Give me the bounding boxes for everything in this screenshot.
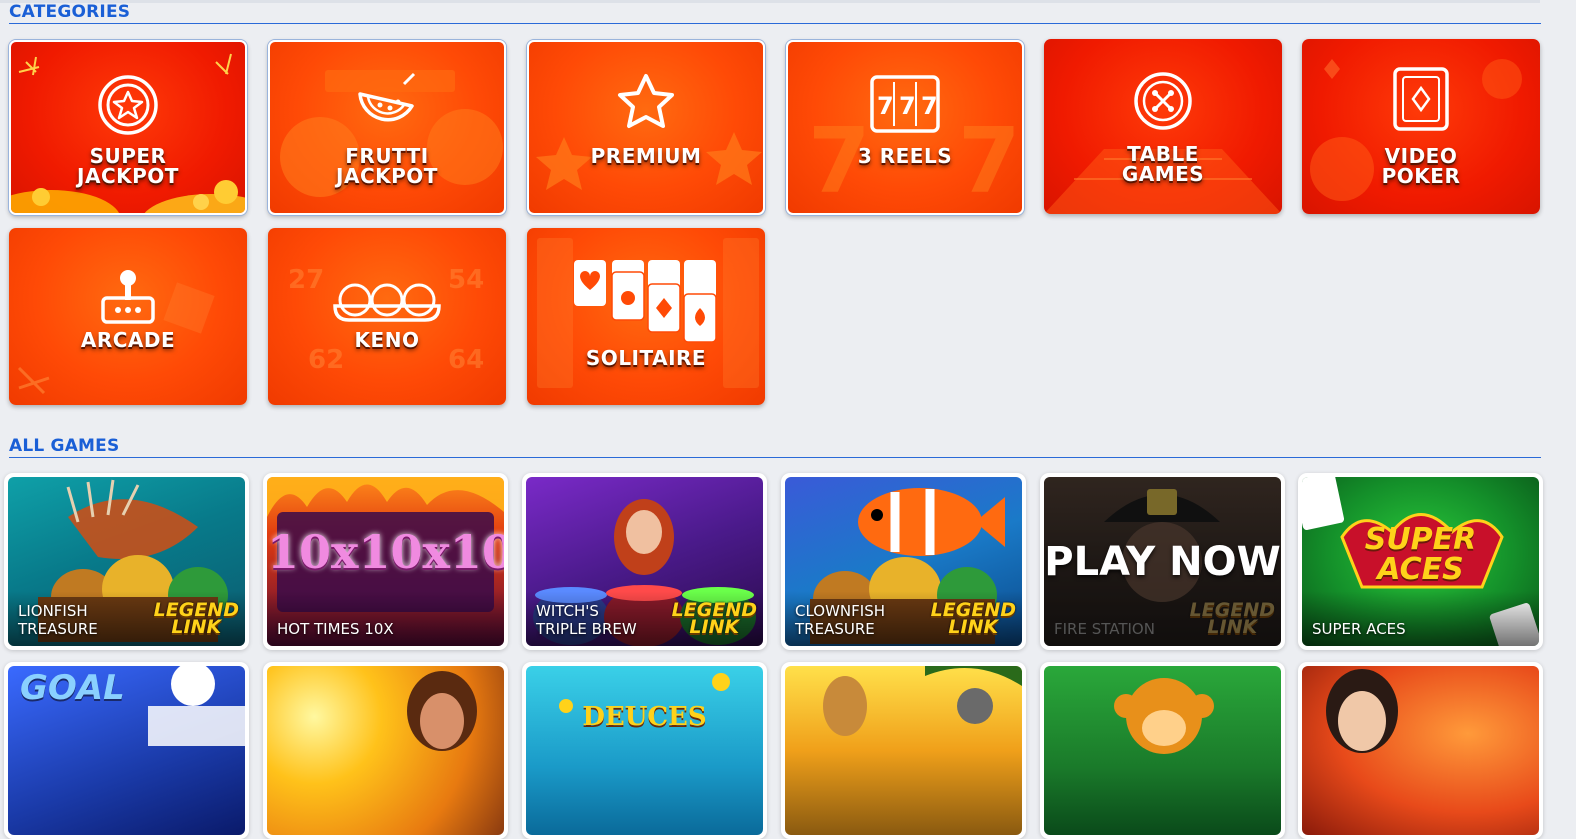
game-tile-goal[interactable]: GOAL [4, 662, 249, 839]
watermelon-icon [354, 72, 420, 139]
svg-text:7: 7 [921, 92, 938, 120]
solitaire-cards-icon [572, 258, 720, 349]
game-name: HOT TIMES 10X [277, 620, 394, 638]
categories-rule [9, 23, 1541, 24]
category-label: ARCADE [80, 328, 176, 352]
category-keno[interactable]: 27 54 62 64 KENO [268, 228, 506, 405]
category-premium[interactable]: PREMIUM [527, 40, 765, 215]
game-name: LIONFISH TREASURE [18, 602, 98, 638]
star-coin-icon [97, 74, 159, 141]
game-tile-monkey[interactable] [1040, 662, 1285, 839]
legend-link-badge: LEGEND LINK [153, 599, 239, 638]
categories-heading: CATEGORIES [9, 2, 131, 22]
svg-text:27: 27 [288, 265, 324, 295]
game-art-title: 10x10x10x [267, 525, 504, 579]
category-super-jackpot[interactable]: SUPER JACKPOT [9, 40, 247, 215]
game-art: LEGEND LINK CLOWNFISH TREASURE [785, 477, 1022, 646]
all-games-heading: ALL GAMES [9, 436, 120, 456]
roulette-icon [1133, 71, 1193, 136]
game-tile-lionfish-treasure[interactable]: LEGEND LINK LIONFISH TREASURE [4, 473, 249, 650]
category-label: PREMIUM [590, 144, 702, 168]
category-arcade[interactable]: ARCADE [9, 228, 247, 405]
game-art: DEUCES [526, 666, 763, 835]
category-label: KENO [354, 328, 420, 352]
category-3-reels[interactable]: 7 7 7 7 7 3 REELS [786, 40, 1024, 215]
playing-card-icon [1391, 66, 1451, 137]
game-art-title: DEUCES [582, 702, 707, 732]
category-label: SOLITAIRE [585, 346, 707, 370]
svg-text:7: 7 [877, 92, 894, 120]
legend-link-badge: LEGEND LINK [930, 599, 1016, 638]
game-tile-sun-warrior[interactable] [263, 662, 508, 839]
category-label: SUPER JACKPOT [77, 144, 179, 188]
legend-link-badge: LEGEND LINK [671, 599, 757, 638]
star-icon [615, 72, 677, 137]
legend-link-badge: LEGEND LINK [1189, 599, 1275, 638]
game-art: PLAY NOW LEGEND LINK FIRE STATION [1044, 477, 1281, 646]
category-table-games[interactable]: TABLE GAMES [1044, 39, 1282, 214]
game-art: LEGEND LINK WITCH'S TRIPLE BREW [526, 477, 763, 646]
top-divider [0, 0, 1540, 3]
game-art [1044, 666, 1281, 835]
slot-777-icon: 7 7 7 [869, 74, 941, 139]
game-art-title: GOAL [20, 668, 125, 708]
game-art: LEGEND LINK LIONFISH TREASURE [8, 477, 245, 646]
category-label: 3 REELS [857, 144, 953, 168]
game-art: GOAL [8, 666, 245, 835]
keno-balls-icon [331, 280, 443, 329]
game-name: SUPER ACES [1312, 620, 1406, 638]
category-frutti-jackpot[interactable]: FRUTTI JACKPOT [268, 40, 506, 215]
game-tile-fire-station[interactable]: PLAY NOW LEGEND LINK FIRE STATION [1040, 473, 1285, 650]
game-tile-hot-times-10x[interactable]: 10x10x10x HOT TIMES 10X [263, 473, 508, 650]
game-tile-deuces[interactable]: DEUCES [522, 662, 767, 839]
category-label: VIDEO POKER [1381, 144, 1461, 188]
game-art: 10x10x10x HOT TIMES 10X [267, 477, 504, 646]
category-label: FRUTTI JACKPOT [336, 144, 438, 188]
game-name: WITCH'S TRIPLE BREW [536, 602, 637, 638]
joystick-icon [98, 268, 158, 331]
svg-text:7: 7 [899, 92, 916, 120]
game-tile-safari[interactable] [781, 662, 1026, 839]
all-games-rule [9, 457, 1541, 458]
svg-text:54: 54 [448, 265, 484, 295]
game-art [785, 666, 1022, 835]
game-tile-super-aces[interactable]: SUPER ACES SUPER ACES [1298, 473, 1543, 650]
game-art [1302, 666, 1539, 835]
game-tile-lady[interactable] [1298, 662, 1543, 839]
game-name: CLOWNFISH TREASURE [795, 602, 886, 638]
game-art [267, 666, 504, 835]
game-art-title: SUPER ACES [1364, 522, 1477, 587]
category-label: TABLE GAMES [1121, 142, 1205, 186]
category-solitaire[interactable]: SOLITAIRE [527, 228, 765, 405]
game-art: SUPER ACES SUPER ACES [1302, 477, 1539, 646]
category-video-poker[interactable]: VIDEO POKER [1302, 39, 1540, 214]
game-name: FIRE STATION [1054, 620, 1155, 638]
play-now-overlay[interactable]: PLAY NOW [1044, 539, 1281, 585]
game-tile-clownfish-treasure[interactable]: LEGEND LINK CLOWNFISH TREASURE [781, 473, 1026, 650]
game-tile-witchs-triple-brew[interactable]: LEGEND LINK WITCH'S TRIPLE BREW [522, 473, 767, 650]
